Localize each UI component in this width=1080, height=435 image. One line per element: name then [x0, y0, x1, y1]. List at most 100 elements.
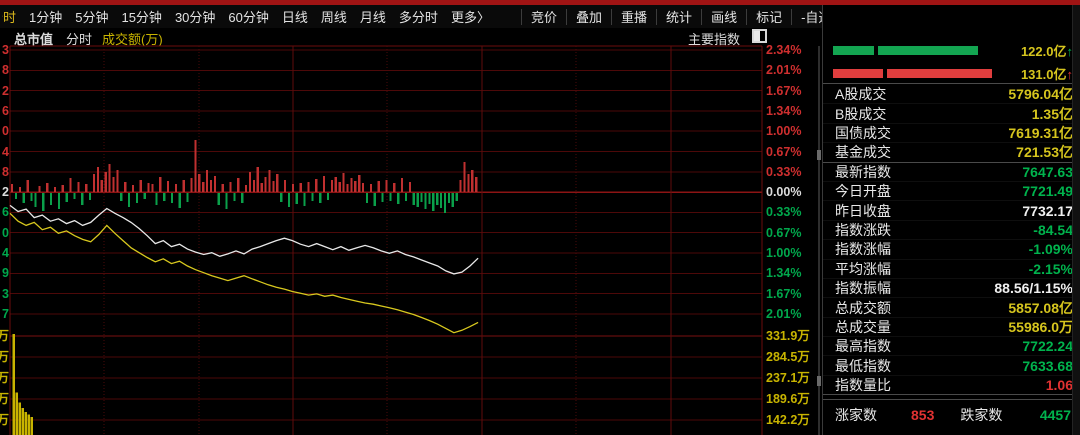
panel-row-label: 今日开盘: [835, 181, 891, 201]
y-axis-pct-label: 0.00%: [766, 185, 801, 199]
y-axis-left-clipped-label: 万: [0, 350, 9, 364]
panel-row-label: 指数涨跌: [835, 220, 891, 240]
y-axis-pct-label: 2.01%: [766, 63, 801, 77]
y-axis-pct-label: 1.00%: [766, 124, 801, 138]
panel-divider: [823, 399, 1080, 400]
panel-row-label: 总成交额: [835, 298, 891, 318]
up-count-value: 853: [911, 407, 934, 423]
panel-row: 最低指数 7633.68: [823, 356, 1080, 375]
panel-row-value: 7633.68: [1022, 358, 1073, 374]
y-axis-left-clipped-label: 3: [0, 287, 9, 301]
y-axis-pct-label: 1.00%: [766, 246, 801, 260]
panel-row-value: -2.15%: [1029, 261, 1073, 277]
down-bar-segment: [887, 69, 992, 78]
y-axis-left-clipped-label: 0: [0, 226, 9, 240]
panel-row-value: 721.53亿: [1016, 142, 1073, 162]
y-axis-left-clipped-label: 万: [0, 413, 9, 427]
panel-row: 最新指数 7647.63: [823, 163, 1080, 182]
panel-row: 国债成交 7619.31亿: [823, 124, 1080, 143]
panel-row: 总成交额 5857.08亿: [823, 298, 1080, 317]
y-axis-left-clipped-label: 2: [0, 84, 9, 98]
up-amount-value: 122.0亿: [1021, 44, 1067, 59]
pane-splitter[interactable]: [818, 46, 820, 435]
y-axis-left-clipped-label: 6: [0, 104, 9, 118]
y-axis-pct-label: 2.01%: [766, 307, 801, 321]
panel-scrollbar[interactable]: [1072, 5, 1080, 435]
y-axis-pct-label: 1.34%: [766, 266, 801, 280]
y-axis-left-clipped-label: 0: [0, 124, 9, 138]
panel-row-value: 1.35亿: [1032, 104, 1073, 124]
panel-row-label: 昨日收盘: [835, 201, 891, 221]
y-axis-left-clipped-label: 8: [0, 165, 9, 179]
panel-row-value: 7732.17: [1022, 203, 1073, 219]
y-axis-pct-label: 0.67%: [766, 226, 801, 240]
y-axis-pct-label: 0.33%: [766, 205, 801, 219]
panel-row: 今日开盘 7721.49: [823, 182, 1080, 201]
panel-rows: A股成交 5796.04亿 B股成交 1.35亿国债成交 7619.31亿基金成交721…: [823, 85, 1080, 395]
intraday-chart-canvas[interactable]: [0, 0, 822, 435]
down-bar-segment: [833, 69, 883, 78]
panel-row-label: 最低指数: [835, 356, 891, 376]
y-axis-left-clipped-label: 4: [0, 145, 9, 159]
panel-row: 指数量比 1.06: [823, 376, 1080, 395]
y-axis-left-clipped-label: 万: [0, 329, 9, 343]
panel-row: 平均涨幅 -2.15%: [823, 260, 1080, 279]
panel-row-label: 国债成交: [835, 123, 891, 143]
up-count-label: 涨家数: [835, 405, 877, 425]
y-axis-volume-label: 189.6万: [766, 392, 810, 406]
panel-row-value: 7721.49: [1022, 183, 1073, 199]
down-amount-value: 131.0亿: [1021, 67, 1067, 82]
down-count-value: 4457: [1040, 407, 1071, 423]
y-axis-left-clipped-label: 7: [0, 307, 9, 321]
y-axis-pct-label: 1.67%: [766, 287, 801, 301]
panel-row: 指数振幅88.56/1.15%: [823, 279, 1080, 298]
up-amount-bar: [833, 46, 978, 55]
y-axis-left-clipped-label: 3: [0, 43, 9, 57]
panel-row: 总成交量 55986.0万: [823, 318, 1080, 337]
y-axis-pct-label: 1.34%: [766, 104, 801, 118]
panel-row-value: 1.06: [1046, 377, 1073, 393]
advance-decline-counts: 涨家数 853 跌家数 4457: [823, 402, 1080, 428]
panel-row-label: 平均涨幅: [835, 259, 891, 279]
panel-row-label: B股成交: [835, 104, 886, 124]
panel-row: 最高指数 7722.24: [823, 337, 1080, 356]
panel-row-value: 7722.24: [1022, 338, 1073, 354]
y-axis-volume-label: 284.5万: [766, 350, 810, 364]
panel-row-label: 最新指数: [835, 162, 891, 182]
panel-row-label: 指数涨幅: [835, 239, 891, 259]
y-axis-left-clipped-label: 万: [0, 371, 9, 385]
panel-row-value: 7647.63: [1022, 164, 1073, 180]
up-bar-segment: [878, 46, 978, 55]
up-bar-segment: [833, 46, 874, 55]
panel-row-value: -84.54: [1033, 222, 1073, 238]
y-axis-left-clipped-label: 4: [0, 246, 9, 260]
panel-row-label: 总成交量: [835, 317, 891, 337]
panel-row: 指数涨幅 -1.09%: [823, 240, 1080, 259]
panel-row-value: 88.56/1.15%: [994, 280, 1073, 296]
down-amount-bar: [833, 69, 992, 78]
y-axis-left-clipped-label: 9: [0, 266, 9, 280]
panel-row-value: 7619.31亿: [1008, 123, 1073, 143]
trading-terminal-window: 分时1分钟5分钟15分钟30分钟60分钟日线周线月线多分时更多〉 竞价叠加重播统…: [0, 0, 1080, 435]
panel-row-value: -1.09%: [1029, 241, 1073, 257]
y-axis-pct-label: 0.67%: [766, 145, 801, 159]
panel-row: 指数涨跌 -84.54: [823, 221, 1080, 240]
y-axis-volume-label: 237.1万: [766, 371, 810, 385]
y-axis-pct-label: 2.34%: [766, 43, 801, 57]
panel-row: A股成交 5796.04亿: [823, 85, 1080, 104]
advance-decline-bars: 122.0亿↑ 131.0亿↑: [823, 33, 1080, 83]
y-axis-volume-label: 142.2万: [766, 413, 810, 427]
panel-row-label: 指数量比: [835, 375, 891, 395]
panel-row-label: 最高指数: [835, 336, 891, 356]
panel-row: B股成交 1.35亿: [823, 104, 1080, 123]
panel-row-value: 5857.08亿: [1008, 298, 1073, 318]
y-axis-left-clipped-label: 万: [0, 392, 9, 406]
panel-row: 基金成交721.53亿: [823, 143, 1080, 162]
panel-row-value: 5796.04亿: [1008, 84, 1073, 104]
panel-row-value: 55986.0万: [1008, 317, 1073, 337]
panel-row: 昨日收盘 7732.17: [823, 201, 1080, 220]
y-axis-left-clipped-label: 8: [0, 63, 9, 77]
down-count-label: 跌家数: [960, 405, 1002, 425]
y-axis-volume-label: 331.9万: [766, 329, 810, 343]
panel-row-label: A股成交: [835, 84, 886, 104]
